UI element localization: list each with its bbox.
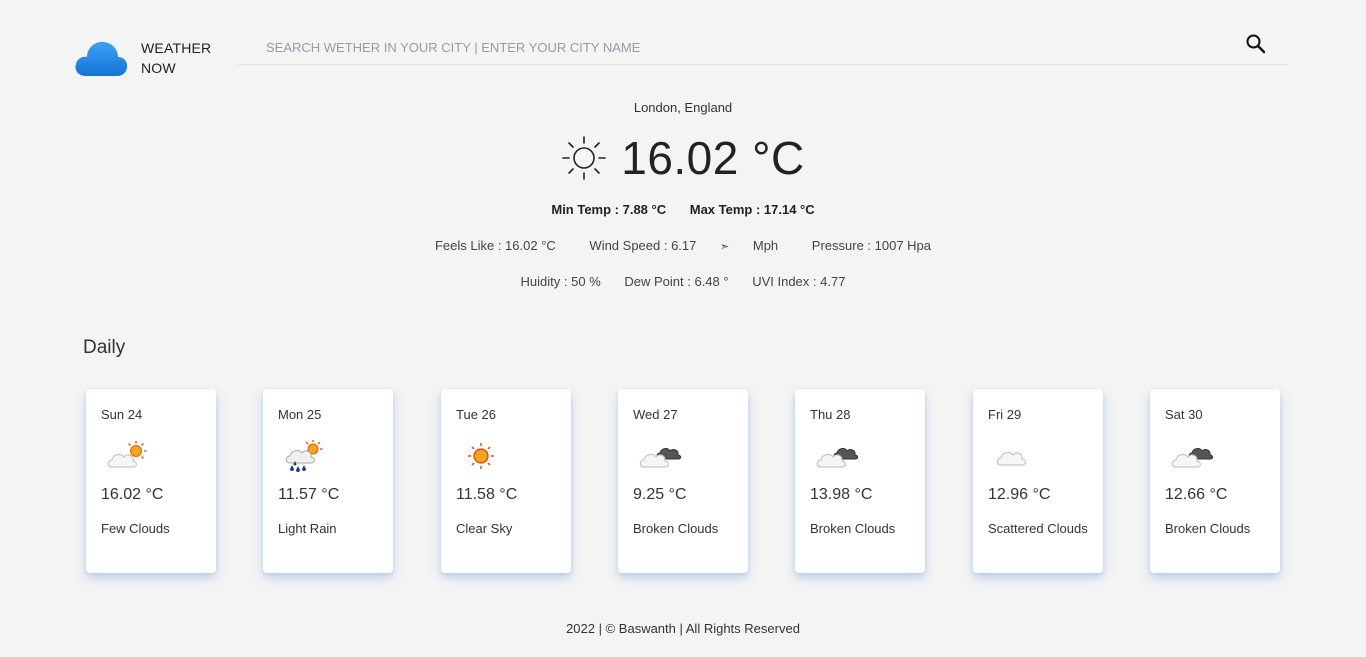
forecast-temp: 11.57 °C	[278, 486, 340, 503]
forecast-day: Sat 30	[1165, 407, 1203, 422]
location-label: London, England	[633, 100, 733, 115]
feels-like: Feels Like : 16.02 °C	[434, 238, 556, 253]
wind-speed-value: Wind Speed : 6.17	[589, 238, 697, 253]
forecast-desc: Scattered Clouds	[988, 521, 1088, 536]
forecast-day: Thu 28	[810, 407, 851, 422]
light-rain-icon	[285, 440, 323, 472]
forecast-day: Mon 25	[278, 407, 322, 422]
forecast-desc: Few Clouds	[101, 521, 170, 536]
broken-clouds-icon	[639, 448, 682, 468]
forecast-day: Wed 27	[633, 407, 678, 422]
brand-line-2: NOW	[141, 60, 176, 76]
current-temp-row: 16.02 °C	[0, 128, 1366, 188]
weather-details-row-1: Feels Like : 16.02 °C Wind Speed : 6.17 …	[0, 236, 1366, 256]
max-temp: Max Temp : 17.14 °C	[689, 202, 815, 217]
broken-clouds-icon	[816, 448, 859, 468]
forecast-day: Sun 24	[101, 407, 143, 422]
forecast-day: Tue 26	[456, 407, 496, 422]
forecast-card[interactable]: Sat 30 12.66 °C Broken Clouds	[1150, 389, 1280, 573]
current-temperature: 16.02 °C	[621, 132, 805, 184]
forecast-card[interactable]: Tue 26 11.58 °C Clear Sky	[441, 389, 571, 573]
forecast-temp: 11.58 °C	[456, 486, 518, 503]
forecast-desc: Broken Clouds	[810, 521, 896, 536]
current-weather: London, England 16.02 °C Min Temp : 7.88…	[0, 98, 1366, 292]
uvi-index: UVI Index : 4.77	[752, 274, 846, 289]
scattered-clouds-icon	[996, 452, 1026, 466]
min-max-temps: Min Temp : 7.88 °C Max Temp : 17.14 °C	[0, 200, 1366, 220]
wind-direction-arrow-icon: ➣	[720, 241, 730, 253]
forecast-temp: 12.66 °C	[1165, 486, 1228, 503]
forecast-desc: Broken Clouds	[1165, 521, 1251, 536]
humidity: Huidity : 50 %	[520, 274, 601, 289]
wind-speed: Wind Speed : 6.17 ➣ Mph	[579, 238, 788, 253]
forecast-card[interactable]: Sun 24 16.02 °C Few Clouds	[86, 389, 216, 573]
forecast-day: Fri 29	[988, 407, 1022, 422]
forecast-card[interactable]: Fri 29 12.96 °C Scattered Clouds	[973, 389, 1103, 573]
search-bar	[238, 30, 1288, 65]
forecast-desc: Broken Clouds	[633, 521, 719, 536]
weather-details-row-2: Huidity : 50 % Dew Point : 6.48 ° UVI In…	[0, 272, 1366, 292]
broken-clouds-icon	[1171, 448, 1214, 468]
forecast-card[interactable]: Mon 25 11.57 °C Light Rain	[263, 389, 393, 573]
footer-text: 2022 | © Baswanth | All Rights Reserved	[566, 621, 800, 636]
brand-name: WEATHER NOW	[141, 38, 211, 78]
daily-forecast: Sun 24 16.02 °C Few Clouds Mon 25 11.57 …	[86, 389, 1280, 573]
few-clouds-icon	[107, 441, 147, 468]
forecast-card[interactable]: Thu 28 13.98 °C Broken Clouds	[795, 389, 925, 573]
header: WEATHER NOW	[0, 0, 1366, 90]
forecast-card[interactable]: Wed 27 9.25 °C Broken Clouds	[618, 389, 748, 573]
forecast-temp: 12.96 °C	[988, 486, 1051, 503]
daily-title: Daily	[83, 337, 126, 358]
clear-sky-icon	[468, 443, 494, 469]
forecast-desc: Clear Sky	[456, 521, 513, 536]
pressure: Pressure : 1007 Hpa	[811, 238, 932, 253]
search-icon[interactable]	[1244, 32, 1268, 56]
forecast-temp: 16.02 °C	[101, 486, 164, 503]
brand-line-1: WEATHER	[141, 40, 212, 56]
cloud-icon	[75, 41, 128, 76]
min-temp: Min Temp : 7.88 °C	[551, 202, 667, 217]
wind-speed-unit: Mph	[752, 238, 779, 253]
search-input[interactable]	[238, 30, 1228, 64]
dew-point: Dew Point : 6.48 °	[624, 274, 729, 289]
forecast-desc: Light Rain	[278, 521, 337, 536]
sun-icon	[562, 136, 607, 180]
forecast-temp: 13.98 °C	[810, 486, 873, 503]
forecast-temp: 9.25 °C	[633, 486, 687, 503]
